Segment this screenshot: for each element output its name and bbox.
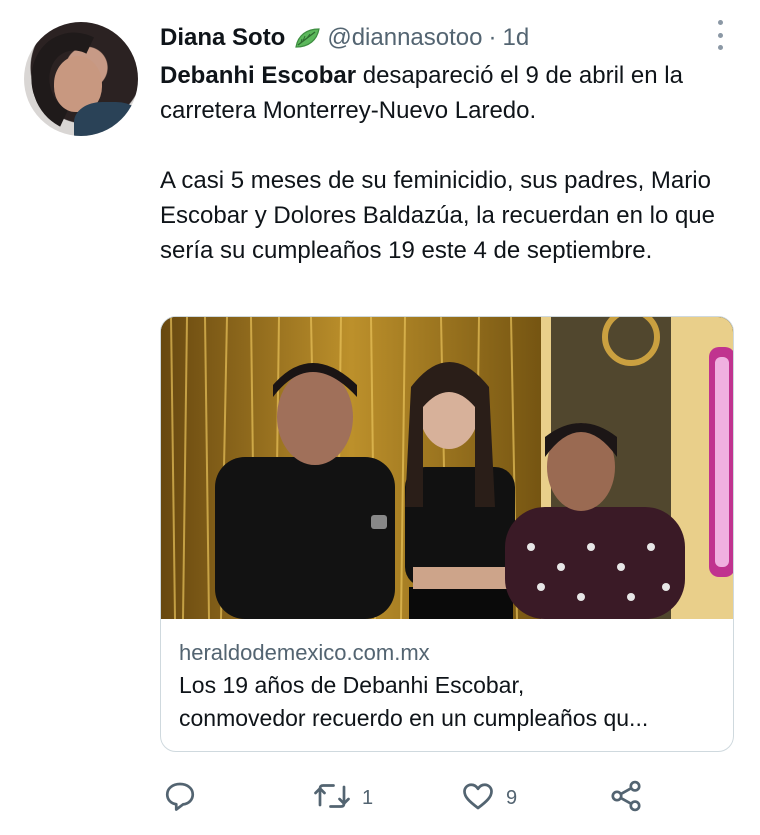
card-title-line-2: conmovedor recuerdo en un cumpleaños qu.… [179, 705, 649, 731]
tweet-timestamp[interactable]: 1d [503, 24, 530, 52]
share-icon [608, 778, 644, 819]
card-image [161, 317, 733, 619]
tweet-header: Diana Soto @diannasotoo · 1d [160, 20, 730, 56]
avatar-clothing [74, 102, 138, 136]
like-count: 9 [506, 786, 518, 809]
card-title-line-1: Los 19 años de Debanhi Escobar, [179, 672, 525, 698]
author-avatar[interactable] [24, 22, 138, 136]
tweet-text: Debanhi Escobar desapareció el 9 de abri… [160, 58, 740, 268]
heart-icon [460, 778, 496, 819]
card-meta: heraldodemexico.com.mx Los 19 años de De… [161, 619, 733, 735]
link-preview-card[interactable]: heraldodemexico.com.mx Los 19 años de De… [160, 316, 734, 752]
share-button[interactable] [608, 776, 644, 820]
reply-button[interactable] [162, 776, 198, 820]
card-domain: heraldodemexico.com.mx [179, 640, 430, 665]
like-button[interactable]: 9 [460, 776, 517, 820]
mentioned-name: Debanhi Escobar [160, 62, 357, 89]
tweet-actions: 1 9 [162, 776, 662, 820]
separator-dot: · [488, 24, 497, 51]
retweet-count: 1 [362, 786, 374, 809]
tweet-paragraph-1: Debanhi Escobar desapareció el 9 de abri… [160, 58, 740, 128]
reply-icon [162, 778, 198, 819]
tweet-paragraph-2: A casi 5 meses de su feminicidio, sus pa… [160, 167, 715, 264]
retweet-button[interactable]: 1 [312, 776, 373, 820]
more-options-icon[interactable] [714, 20, 726, 50]
author-name[interactable]: Diana Soto [160, 24, 285, 52]
author-handle[interactable]: @diannasotoo [327, 24, 482, 52]
leaf-emoji-icon [293, 26, 321, 50]
retweet-icon [312, 778, 352, 819]
